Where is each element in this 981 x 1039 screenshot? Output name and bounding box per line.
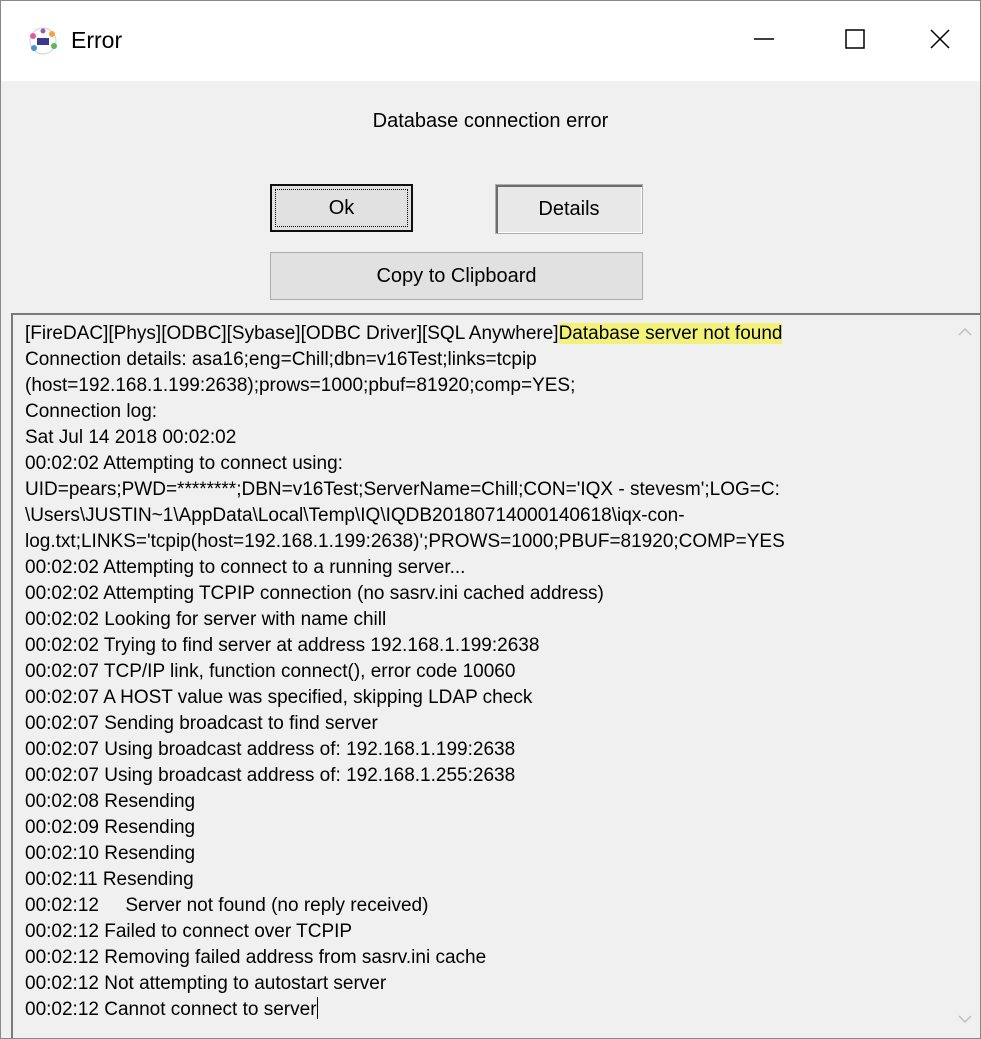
log-line: Connection details: asa16;eng=Chill;dbn=…: [25, 349, 537, 370]
log-line: 00:02:12 Not attempting to autostart ser…: [25, 973, 387, 994]
iqx-app-icon: [25, 26, 61, 56]
error-source-prefix: [FireDAC][Phys][ODBC][Sybase][ODBC Drive…: [25, 323, 559, 344]
scroll-up-button[interactable]: [950, 315, 980, 351]
log-line: 00:02:12 Server not found (no reply rece…: [25, 895, 429, 916]
error-highlight: Database server not found: [558, 323, 783, 344]
log-line: 00:02:09 Resending: [25, 817, 196, 838]
maximize-icon: [844, 28, 866, 55]
log-line: 00:02:12 Cannot connect to server: [25, 999, 317, 1020]
dialog-client-area: Database connection error Ok Details Cop…: [1, 81, 980, 1038]
log-line: 00:02:02 Attempting to connect to a runn…: [25, 557, 466, 578]
details-log-text[interactable]: [FireDAC][Phys][ODBC][Sybase][ODBC Drive…: [25, 321, 945, 1023]
details-button[interactable]: Details: [495, 184, 643, 234]
copy-to-clipboard-button[interactable]: Copy to Clipboard: [270, 252, 643, 300]
log-line: 00:02:08 Resending: [25, 791, 196, 812]
log-line: 00:02:07 TCP/IP link, function connect()…: [25, 661, 516, 682]
log-line: 00:02:07 Using broadcast address of: 192…: [25, 739, 516, 760]
log-line: UID=pears;PWD=********;DBN=v16Test;Serve…: [25, 479, 780, 500]
close-icon: [929, 28, 951, 55]
log-line: 00:02:11 Resending: [25, 869, 194, 890]
vertical-scrollbar[interactable]: [950, 315, 980, 1038]
log-line: 00:02:02 Looking for server with name ch…: [25, 609, 387, 630]
log-line: 00:02:12 Removing failed address from sa…: [25, 947, 487, 968]
scroll-down-button[interactable]: [950, 1002, 980, 1038]
log-line: 00:02:10 Resending: [25, 843, 196, 864]
log-line: 00:02:02 Attempting TCPIP connection (no…: [25, 583, 604, 604]
log-line: 00:02:02 Attempting to connect using:: [25, 453, 343, 474]
window-title: Error: [71, 27, 123, 53]
log-line: 00:02:02 Trying to find server at addres…: [25, 635, 540, 656]
text-caret: [316, 997, 318, 1019]
log-line: Connection log:: [25, 401, 158, 422]
close-button[interactable]: [900, 1, 980, 81]
log-line: 00:02:07 Using broadcast address of: 192…: [25, 765, 516, 786]
log-line: \Users\JUSTIN~1\AppData\Local\Temp\IQ\IQ…: [25, 505, 685, 526]
chevron-down-icon: [958, 1011, 972, 1029]
log-line: 00:02:07 A HOST value was specified, ski…: [25, 687, 533, 708]
minimize-icon: [753, 28, 775, 55]
title-bar[interactable]: Error: [1, 1, 980, 81]
details-memo[interactable]: [FireDAC][Phys][ODBC][Sybase][ODBC Drive…: [11, 313, 980, 1038]
ok-button[interactable]: Ok: [270, 184, 413, 232]
error-dialog-window: Error Database connection error Ok Detai…: [0, 0, 981, 1039]
log-line: Sat Jul 14 2018 00:02:02: [25, 427, 237, 448]
maximize-button[interactable]: [809, 1, 901, 81]
log-line: 00:02:12 Failed to connect over TCPIP: [25, 921, 353, 942]
log-line: (host=192.168.1.199:2638);prows=1000;pbu…: [25, 375, 576, 396]
log-line: 00:02:07 Sending broadcast to find serve…: [25, 713, 378, 734]
minimize-button[interactable]: [718, 1, 810, 81]
chevron-up-icon: [958, 324, 972, 342]
error-message: Database connection error: [372, 110, 609, 132]
log-line: log.txt;LINKS='tcpip(host=192.168.1.199:…: [25, 531, 785, 552]
